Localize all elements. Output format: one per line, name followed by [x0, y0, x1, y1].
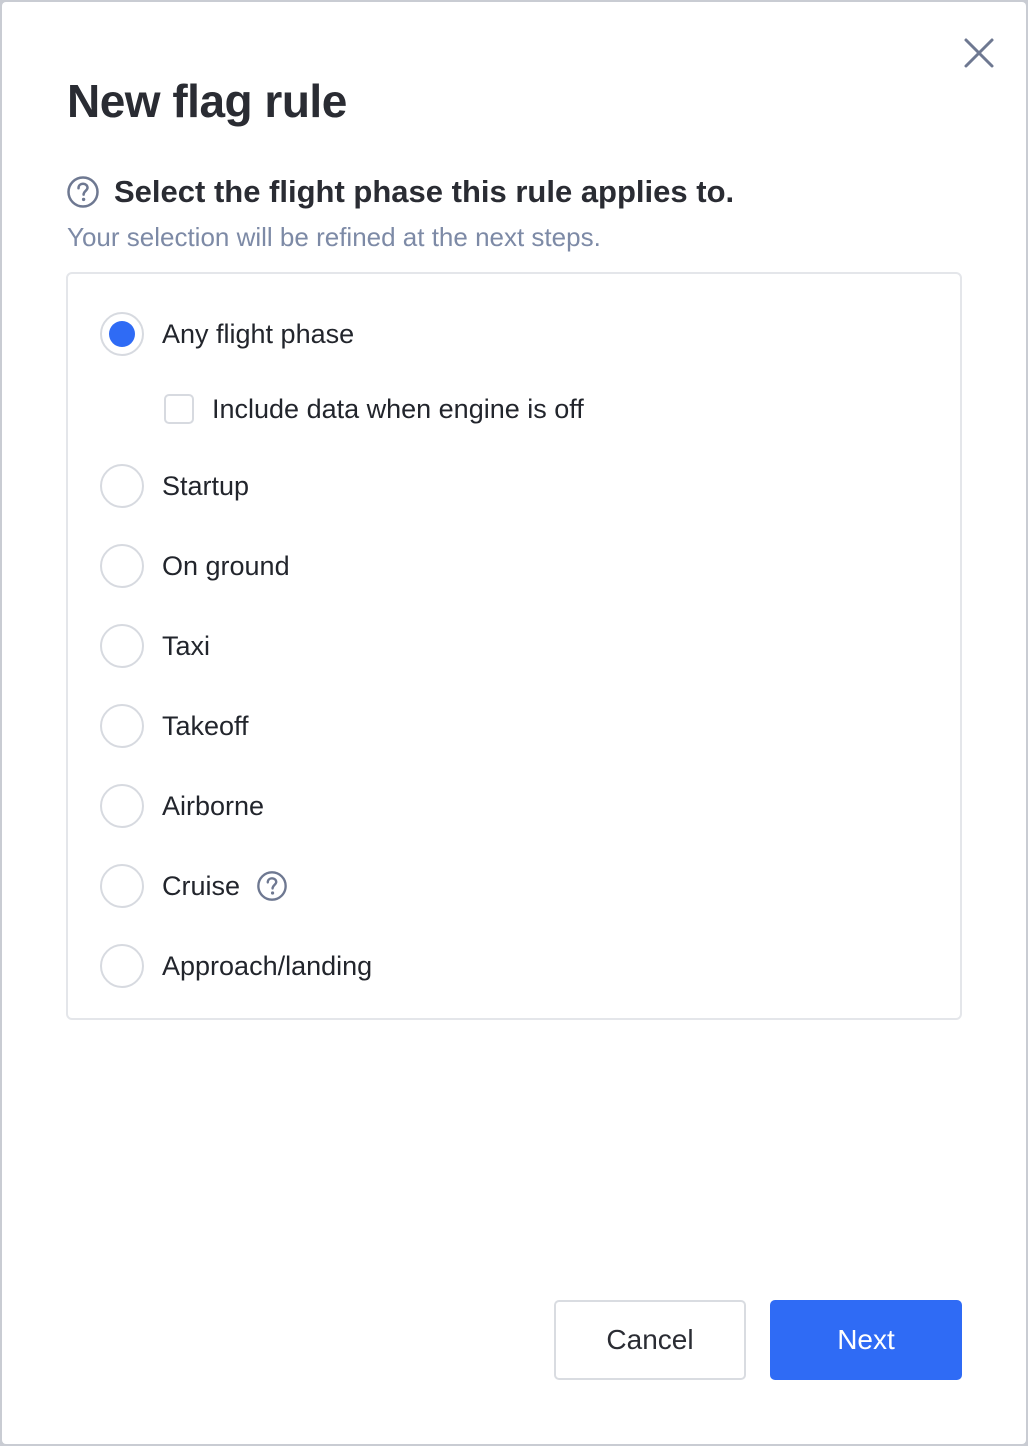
- cancel-button[interactable]: Cancel: [554, 1300, 746, 1380]
- option-label: Airborne: [162, 790, 265, 821]
- option-airborne[interactable]: Airborne: [100, 781, 264, 831]
- radio-cruise[interactable]: [100, 864, 144, 908]
- radio-selected-dot: [109, 321, 135, 347]
- next-button[interactable]: Next: [770, 1300, 962, 1380]
- option-label: Any flight phase: [162, 318, 355, 349]
- radio-startup[interactable]: [100, 464, 144, 508]
- option-label: Include data when engine is off: [212, 393, 584, 424]
- close-button[interactable]: [960, 34, 998, 72]
- question-subtext: Your selection will be refined at the ne…: [67, 222, 601, 252]
- question-row: Select the flight phase this rule applie…: [66, 174, 734, 210]
- option-any-flight-phase[interactable]: Any flight phase: [100, 309, 354, 359]
- new-flag-rule-dialog: New flag rule Select the flight phase th…: [2, 2, 1026, 1444]
- option-label: Cruise: [162, 870, 241, 901]
- option-approach-landing[interactable]: Approach/landing: [100, 941, 372, 991]
- option-label: Takeoff: [162, 710, 249, 741]
- help-circle-icon[interactable]: [66, 175, 100, 209]
- option-label: On ground: [162, 550, 290, 581]
- radio-on-ground[interactable]: [100, 544, 144, 588]
- option-label: Startup: [162, 470, 250, 501]
- question-text: Select the flight phase this rule applie…: [114, 174, 735, 209]
- option-label: Approach/landing: [162, 950, 373, 981]
- option-on-ground[interactable]: On ground: [100, 541, 290, 591]
- radio-approach-landing[interactable]: [100, 944, 144, 988]
- radio-airborne[interactable]: [100, 784, 144, 828]
- radio-takeoff[interactable]: [100, 704, 144, 748]
- option-startup[interactable]: Startup: [100, 461, 249, 511]
- radio-any-flight-phase[interactable]: [100, 312, 144, 356]
- checkbox-include-engine-off[interactable]: [164, 394, 194, 424]
- option-include-engine-off[interactable]: Include data when engine is off: [164, 389, 584, 429]
- flight-phase-options: Any flight phase Include data when engin…: [66, 272, 962, 1020]
- close-icon: [964, 38, 994, 68]
- option-takeoff[interactable]: Takeoff: [100, 701, 249, 751]
- dialog-title: New flag rule: [67, 75, 347, 127]
- option-taxi[interactable]: Taxi: [100, 621, 210, 671]
- option-cruise[interactable]: Cruise: [100, 861, 288, 911]
- radio-taxi[interactable]: [100, 624, 144, 668]
- cruise-help-icon[interactable]: [256, 870, 288, 902]
- option-label: Taxi: [162, 630, 211, 661]
